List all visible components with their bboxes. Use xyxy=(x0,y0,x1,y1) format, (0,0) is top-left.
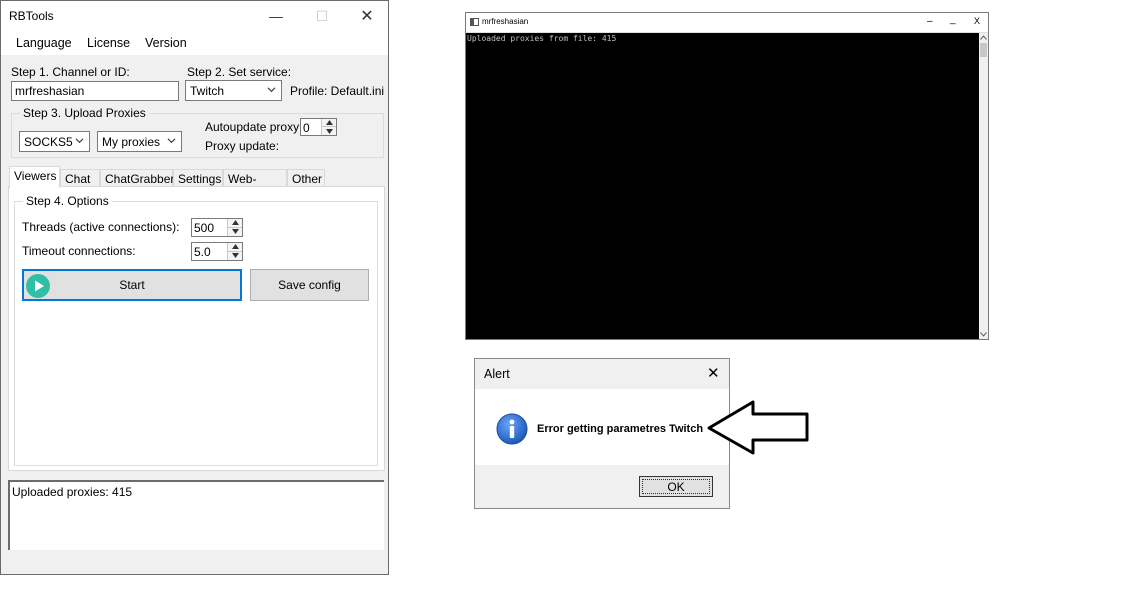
menu-language[interactable]: Language xyxy=(16,36,72,50)
step2-label: Step 2. Set service: xyxy=(187,65,292,79)
service-value: Twitch xyxy=(190,84,225,98)
console-minimize-button[interactable]: – xyxy=(927,16,933,27)
console-scrollbar[interactable] xyxy=(979,33,988,339)
alert-message: Error getting parametres Twitch xyxy=(537,423,704,435)
maximize-button[interactable]: ☐ xyxy=(299,1,345,31)
ok-button[interactable]: OK xyxy=(639,476,713,497)
threads-value: 500 xyxy=(194,221,215,235)
threads-stepper[interactable]: 500 xyxy=(191,218,243,237)
scroll-up-icon[interactable] xyxy=(980,35,987,40)
console-output: Uploaded proxies from file: 415 xyxy=(467,34,617,43)
timeout-stepper[interactable]: 5.0 xyxy=(191,242,243,261)
spin-up-icon[interactable] xyxy=(228,219,242,228)
save-config-button[interactable]: Save config xyxy=(250,269,369,301)
timeout-value: 5.0 xyxy=(194,245,211,259)
alert-title: Alert xyxy=(484,367,510,381)
autoupdate-stepper[interactable]: 0 xyxy=(300,118,337,136)
console-close-button[interactable]: X xyxy=(974,16,980,26)
spin-up-icon[interactable] xyxy=(228,243,242,252)
rbtools-window: RBTools — ☐ ✕ Language License Version S… xyxy=(0,0,389,575)
arrow-annotation-icon xyxy=(707,400,809,455)
close-button[interactable]: ✕ xyxy=(344,1,390,31)
tab-chatgrabber[interactable]: ChatGrabber xyxy=(100,169,174,187)
profile-label: Profile: Default.ini xyxy=(290,84,385,98)
alert-close-button[interactable]: ✕ xyxy=(707,364,720,382)
console-title: mrfreshasian xyxy=(482,17,529,26)
upload-proxies-group: Step 3. Upload Proxies SOCKS5 My proxies… xyxy=(11,106,384,158)
service-select[interactable]: Twitch xyxy=(185,80,282,101)
step3-label: Step 3. Upload Proxies xyxy=(20,106,149,120)
autoupdate-label: Autoupdate proxy: xyxy=(205,120,303,134)
scroll-down-icon[interactable] xyxy=(980,332,987,337)
spin-down-icon[interactable] xyxy=(322,127,336,135)
channel-input[interactable]: mrfreshasian xyxy=(11,81,179,101)
tab-web-panel[interactable]: Web-panel xyxy=(223,169,287,200)
tab-settings[interactable]: Settings xyxy=(173,169,223,187)
alert-footer: OK xyxy=(475,465,729,508)
threads-label: Threads (active connections): xyxy=(22,220,180,234)
tab-other[interactable]: Other xyxy=(287,169,325,187)
proxy-source-value: My proxies xyxy=(102,135,161,149)
minimize-button[interactable]: — xyxy=(253,1,299,31)
tab-viewers[interactable]: Viewers xyxy=(9,166,60,188)
autoupdate-value: 0 xyxy=(303,121,310,135)
step4-label: Step 4. Options xyxy=(23,194,112,208)
chevron-down-icon xyxy=(167,138,176,144)
play-icon xyxy=(26,274,50,298)
menu-license[interactable]: License xyxy=(87,36,130,50)
menu-version[interactable]: Version xyxy=(145,36,187,50)
step1-label: Step 1. Channel or ID: xyxy=(11,65,130,79)
proxy-update-label: Proxy update: xyxy=(205,139,280,153)
viewers-tab-panel: Step 4. Options Threads (active connecti… xyxy=(8,186,385,471)
proxy-type-select[interactable]: SOCKS5 xyxy=(19,131,90,152)
console-title-bar: mrfreshasian – _ X xyxy=(466,13,988,33)
alert-title-bar: Alert ✕ xyxy=(475,359,729,389)
scroll-thumb[interactable] xyxy=(980,43,987,57)
spin-down-icon[interactable] xyxy=(228,252,242,261)
log-text: Uploaded proxies: 415 xyxy=(12,485,133,499)
alert-dialog: Alert ✕ Error getting parametres Twitch … xyxy=(474,358,730,509)
title-bar: RBTools — ☐ ✕ xyxy=(1,1,388,31)
console-maximize-button[interactable]: _ xyxy=(950,14,956,25)
options-group: Step 4. Options Threads (active connecti… xyxy=(14,194,378,466)
console-icon xyxy=(470,18,479,26)
console-window: mrfreshasian – _ X Uploaded proxies from… xyxy=(465,12,989,340)
proxy-type-value: SOCKS5 xyxy=(24,135,73,149)
log-textbox[interactable]: Uploaded proxies: 415 xyxy=(8,480,384,550)
window-title: RBTools xyxy=(9,9,54,23)
chevron-down-icon xyxy=(267,87,276,93)
menu-bar: Language License Version xyxy=(1,31,388,55)
info-icon xyxy=(496,413,528,445)
spin-up-icon[interactable] xyxy=(322,119,336,127)
timeout-label: Timeout connections: xyxy=(22,244,136,258)
proxy-source-select[interactable]: My proxies xyxy=(97,131,182,152)
tab-chat[interactable]: Chat xyxy=(60,169,100,187)
chevron-down-icon xyxy=(75,138,84,144)
start-label: Start xyxy=(119,278,145,292)
start-button[interactable]: Start xyxy=(22,269,242,301)
spin-down-icon[interactable] xyxy=(228,228,242,237)
